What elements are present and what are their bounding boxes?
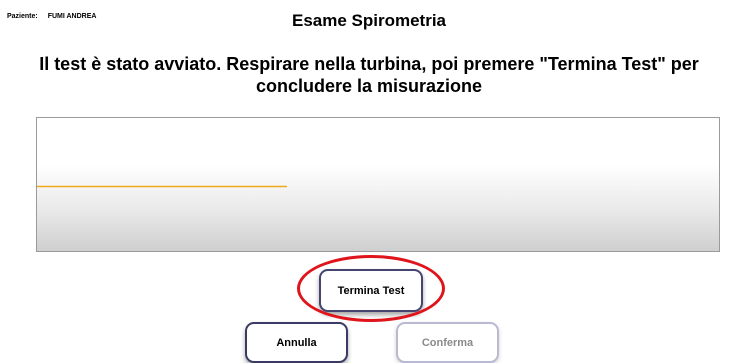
instructions-line-2: concludere la misurazione [255,76,483,96]
instructions-text: Il test è stato avviato. Respirare nella… [10,53,728,97]
termina-test-button[interactable]: Termina Test [319,269,423,312]
conferma-button[interactable]: Conferma [396,322,499,363]
page-title: Esame Spirometria [291,11,446,30]
instructions-line-1: Il test è stato avviato. Respirare nella… [39,54,699,74]
spirometry-chart-svg [37,185,287,188]
annulla-button[interactable]: Annulla [245,322,348,363]
spirometry-chart [36,117,720,252]
